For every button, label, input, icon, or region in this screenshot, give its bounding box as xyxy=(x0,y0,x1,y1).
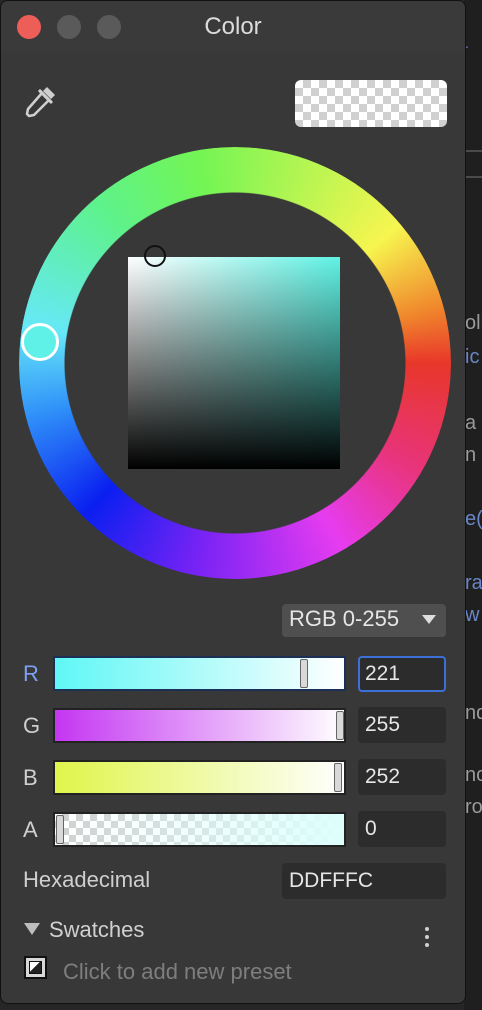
channel-label-g: G xyxy=(23,713,41,738)
hue-handle[interactable] xyxy=(21,323,59,361)
add-preset-hint[interactable]: Click to add new preset xyxy=(63,959,292,985)
red-value-field[interactable]: 221 xyxy=(358,656,446,692)
channel-label-r: R xyxy=(23,661,39,686)
bg-text-fragment: e( xyxy=(465,508,482,530)
divider xyxy=(464,150,482,152)
green-slider-thumb[interactable] xyxy=(336,711,344,740)
bg-text-fragment: n xyxy=(465,444,477,466)
alpha-value-field[interactable]: 0 xyxy=(358,811,446,847)
alpha-slider[interactable] xyxy=(53,812,346,847)
preset-swatch-icon[interactable] xyxy=(24,956,47,979)
alpha-slider-thumb[interactable] xyxy=(56,815,64,844)
red-slider[interactable] xyxy=(53,656,346,691)
bg-text-fragment: nd xyxy=(465,702,482,724)
disclosure-triangle-icon[interactable] xyxy=(24,923,40,935)
blue-slider[interactable] xyxy=(53,760,346,795)
eyedropper-icon[interactable] xyxy=(23,83,59,119)
bg-text-fragment: ra xyxy=(465,572,482,594)
bg-text-fragment: oll xyxy=(465,312,482,334)
swatches-header[interactable]: Swatches xyxy=(49,917,144,943)
bg-text-fragment: nc xyxy=(465,764,482,786)
color-preview-swatch xyxy=(295,80,447,127)
green-value-field[interactable]: 255 xyxy=(358,707,446,743)
title-bar: Color xyxy=(1,1,465,53)
window-title: Color xyxy=(204,13,262,40)
color-mode-dropdown[interactable]: RGB 0-255 xyxy=(282,604,446,637)
channel-label-b: B xyxy=(23,765,38,790)
background-editor-panel: . oll ic a n e( ra w nd nc ro xyxy=(464,0,482,1010)
color-mode-value: RGB 0-255 xyxy=(289,606,400,631)
hexadecimal-label: Hexadecimal xyxy=(23,867,151,892)
divider xyxy=(464,176,482,178)
channel-label-a: A xyxy=(23,817,38,842)
bg-text-fragment: w xyxy=(465,604,480,626)
chevron-down-icon xyxy=(422,615,436,624)
bg-text-fragment: a xyxy=(465,412,477,434)
saturation-value-handle[interactable] xyxy=(144,245,166,267)
blue-value-field[interactable]: 252 xyxy=(358,759,446,795)
more-options-icon[interactable] xyxy=(423,927,431,953)
bg-text-fragment: ro xyxy=(465,796,482,818)
green-slider[interactable] xyxy=(53,708,346,743)
saturation-value-square[interactable] xyxy=(128,257,340,469)
color-picker-window: Color RGB 0-255 R 221 G 255 B 252 A 0 He… xyxy=(0,0,466,1004)
hexadecimal-field[interactable]: DDFFFC xyxy=(282,863,446,899)
blue-slider-thumb[interactable] xyxy=(334,763,342,792)
bg-text-fragment: ic xyxy=(465,346,480,368)
red-slider-thumb[interactable] xyxy=(300,659,308,688)
